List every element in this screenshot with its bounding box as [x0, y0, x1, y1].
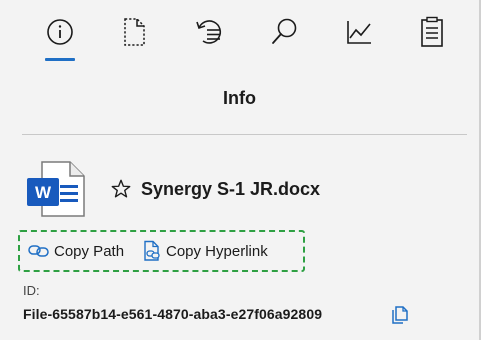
divider [22, 134, 467, 135]
star-outline-icon[interactable] [110, 178, 132, 200]
history-list-icon [196, 20, 222, 44]
line-chart-icon [347, 21, 371, 44]
tab-search[interactable] [264, 12, 304, 52]
word-icon-letter: W [35, 183, 52, 202]
file-name: Synergy S-1 JR.docx [141, 179, 321, 199]
copy-icon[interactable] [389, 304, 411, 326]
tab-notes[interactable] [412, 12, 452, 52]
id-label: ID: [23, 283, 40, 298]
document-link-icon [144, 240, 160, 261]
copy-path-button[interactable]: Copy Path [28, 240, 124, 262]
file-id-value: File-65587b14-e561-4870-aba3-e27f06a9280… [23, 306, 323, 322]
tab-page[interactable] [114, 12, 154, 52]
link-icon [28, 245, 49, 257]
tab-history[interactable] [190, 12, 230, 52]
page-outline-icon [124, 18, 145, 46]
word-document-icon: W [27, 161, 85, 217]
tab-bar [0, 0, 479, 66]
search-icon [272, 18, 297, 44]
clipboard-icon [421, 16, 443, 47]
copy-hyperlink-label: Copy Hyperlink [166, 242, 268, 260]
copy-path-label: Copy Path [54, 242, 125, 260]
panel-title: Info [223, 88, 256, 108]
tab-info[interactable] [40, 12, 80, 52]
copy-hyperlink-button[interactable]: Copy Hyperlink [142, 240, 268, 262]
selected-tab-indicator [45, 58, 75, 61]
tab-analytics[interactable] [339, 12, 379, 52]
info-icon [47, 19, 73, 45]
